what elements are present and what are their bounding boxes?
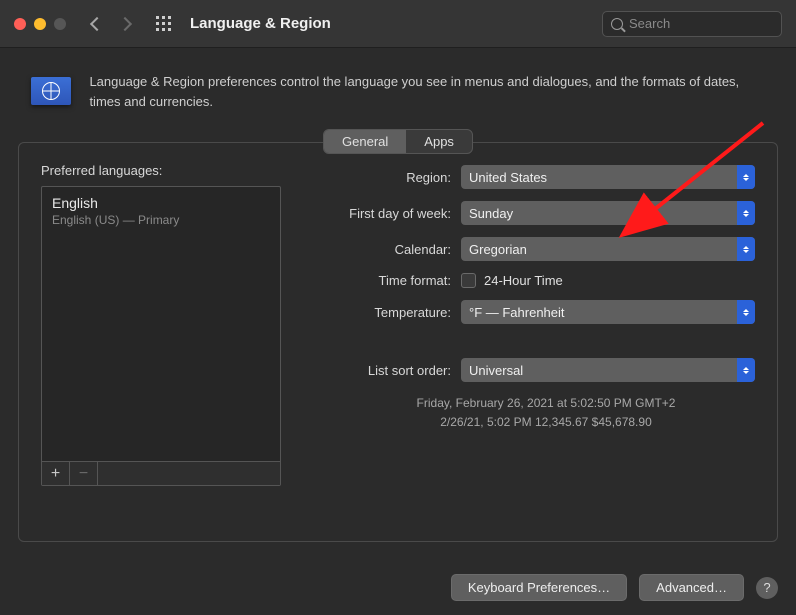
forward-button bbox=[118, 16, 132, 30]
titlebar: Language & Region Search bbox=[0, 0, 796, 48]
show-all-icon[interactable] bbox=[156, 16, 172, 32]
tab-apps[interactable]: Apps bbox=[406, 130, 472, 153]
minimize-window-button[interactable] bbox=[34, 18, 46, 30]
zoom-window-button[interactable] bbox=[54, 18, 66, 30]
help-button[interactable]: ? bbox=[756, 577, 778, 599]
region-select[interactable]: United States bbox=[461, 165, 755, 189]
back-button[interactable] bbox=[90, 16, 104, 30]
chevron-updown-icon bbox=[737, 237, 755, 261]
general-panel: Preferred languages: English English (US… bbox=[18, 142, 778, 542]
24-hour-label: 24-Hour Time bbox=[484, 273, 563, 288]
calendar-label: Calendar: bbox=[307, 242, 461, 257]
language-item[interactable]: English English (US) — Primary bbox=[42, 187, 280, 235]
close-window-button[interactable] bbox=[14, 18, 26, 30]
example-line-1: Friday, February 26, 2021 at 5:02:50 PM … bbox=[337, 394, 755, 413]
first-day-value: Sunday bbox=[469, 206, 513, 221]
window-controls bbox=[14, 18, 66, 30]
language-region-icon bbox=[30, 72, 71, 110]
region-label: Region: bbox=[307, 170, 461, 185]
chevron-updown-icon bbox=[737, 358, 755, 382]
header: Language & Region preferences control th… bbox=[0, 48, 796, 129]
preferred-languages-label: Preferred languages: bbox=[41, 163, 281, 178]
format-example: Friday, February 26, 2021 at 5:02:50 PM … bbox=[307, 394, 755, 432]
language-subtitle: English (US) — Primary bbox=[52, 213, 270, 227]
nav-buttons bbox=[92, 19, 130, 29]
calendar-select[interactable]: Gregorian bbox=[461, 237, 755, 261]
first-day-select[interactable]: Sunday bbox=[461, 201, 755, 225]
search-placeholder: Search bbox=[629, 16, 670, 31]
temperature-select[interactable]: °F — Fahrenheit bbox=[461, 300, 755, 324]
temperature-label: Temperature: bbox=[307, 305, 461, 320]
first-day-label: First day of week: bbox=[307, 206, 461, 221]
language-list[interactable]: English English (US) — Primary + − bbox=[41, 186, 281, 486]
footer: Keyboard Preferences… Advanced… ? bbox=[451, 574, 778, 601]
tab-general[interactable]: General bbox=[324, 130, 406, 153]
chevron-updown-icon bbox=[737, 165, 755, 189]
add-language-button[interactable]: + bbox=[42, 462, 70, 485]
temperature-value: °F — Fahrenheit bbox=[469, 305, 565, 320]
chevron-updown-icon bbox=[737, 201, 755, 225]
list-sort-select[interactable]: Universal bbox=[461, 358, 755, 382]
advanced-button[interactable]: Advanced… bbox=[639, 574, 744, 601]
language-name: English bbox=[52, 195, 270, 211]
search-field[interactable]: Search bbox=[602, 11, 782, 37]
header-description: Language & Region preferences control th… bbox=[89, 72, 760, 111]
remove-language-button: − bbox=[70, 462, 98, 485]
search-icon bbox=[611, 18, 623, 30]
list-sort-label: List sort order: bbox=[307, 363, 461, 378]
window-title: Language & Region bbox=[190, 15, 331, 32]
chevron-updown-icon bbox=[737, 300, 755, 324]
list-sort-value: Universal bbox=[469, 363, 523, 378]
time-format-label: Time format: bbox=[307, 273, 461, 288]
calendar-value: Gregorian bbox=[469, 242, 527, 257]
24-hour-checkbox[interactable] bbox=[461, 273, 476, 288]
example-line-2: 2/26/21, 5:02 PM 12,345.67 $45,678.90 bbox=[337, 413, 755, 432]
keyboard-preferences-button[interactable]: Keyboard Preferences… bbox=[451, 574, 627, 601]
settings-section: Region: United States First day of week:… bbox=[307, 163, 755, 486]
language-list-footer: + − bbox=[42, 461, 280, 485]
region-value: United States bbox=[469, 170, 547, 185]
preferred-languages-section: Preferred languages: English English (US… bbox=[41, 163, 281, 486]
